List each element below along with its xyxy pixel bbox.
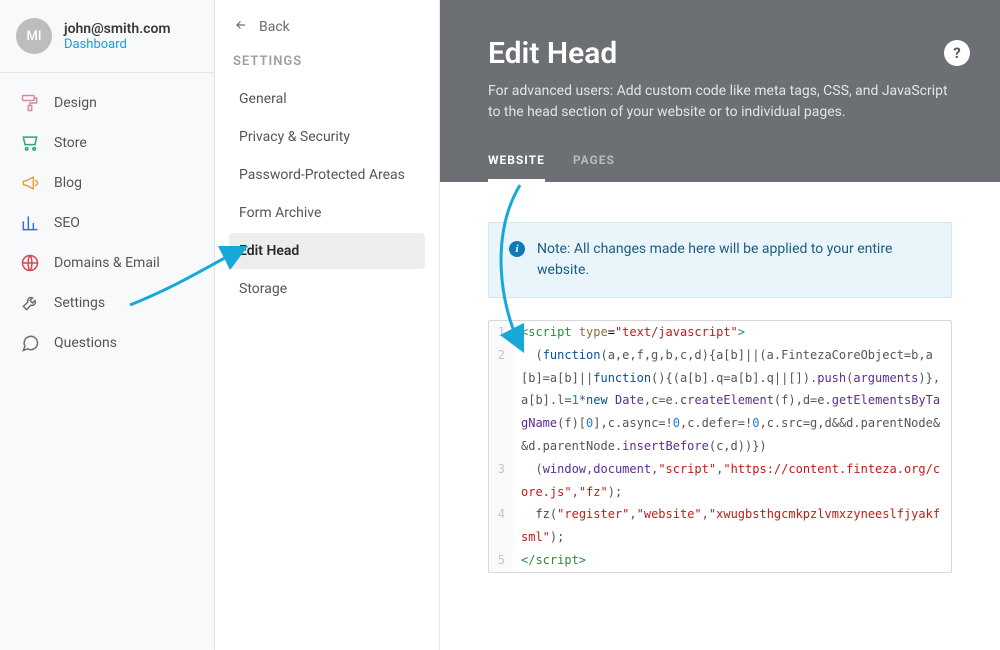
info-text: Note: All changes made here will be appl… — [537, 239, 931, 281]
avatar: MI — [16, 18, 52, 54]
tab-pages[interactable]: PAGES — [573, 153, 615, 182]
cart-icon — [20, 133, 40, 153]
settings-item-storage[interactable]: Storage — [229, 271, 425, 307]
settings-header: SETTINGS — [233, 54, 425, 69]
sidebar-item-domains[interactable]: Domains & Email — [0, 243, 214, 283]
info-icon: i — [509, 241, 525, 257]
settings-item-password[interactable]: Password-Protected Areas — [229, 157, 425, 193]
wrench-icon — [20, 293, 40, 313]
sidebar-item-label: Blog — [54, 175, 82, 191]
page-subtitle: For advanced users: Add custom code like… — [488, 81, 952, 123]
user-email: john@smith.com — [64, 21, 171, 37]
primary-sidebar: MI john@smith.com Dashboard Design Store… — [0, 0, 215, 650]
main-content: ? Edit Head For advanced users: Add cust… — [440, 0, 1000, 650]
page-title: Edit Head — [488, 36, 952, 71]
dashboard-link[interactable]: Dashboard — [64, 37, 171, 52]
hero: ? Edit Head For advanced users: Add cust… — [440, 0, 1000, 182]
sidebar-item-label: Domains & Email — [54, 255, 160, 271]
code-editor[interactable]: 1<script type="text/javascript"> 2 (func… — [488, 320, 952, 573]
sidebar-item-label: Questions — [54, 335, 117, 351]
settings-item-edit-head[interactable]: Edit Head — [229, 233, 425, 269]
divider — [0, 72, 214, 73]
help-button[interactable]: ? — [944, 40, 970, 66]
sidebar-item-design[interactable]: Design — [0, 83, 214, 123]
chat-icon — [20, 333, 40, 353]
megaphone-icon — [20, 173, 40, 193]
settings-panel: Back SETTINGS General Privacy & Security… — [215, 0, 440, 650]
bar-chart-icon — [20, 213, 40, 233]
sidebar-item-blog[interactable]: Blog — [0, 163, 214, 203]
back-label: Back — [259, 19, 290, 35]
sidebar-item-label: Design — [54, 95, 97, 111]
globe-icon — [20, 253, 40, 273]
sidebar-item-questions[interactable]: Questions — [0, 323, 214, 363]
tab-website[interactable]: WEBSITE — [488, 153, 545, 182]
back-button[interactable]: Back — [229, 18, 425, 36]
sidebar-item-label: SEO — [54, 215, 80, 231]
user-block: MI john@smith.com Dashboard — [0, 0, 214, 68]
sidebar-item-settings[interactable]: Settings — [0, 283, 214, 323]
arrow-left-icon — [233, 18, 249, 36]
paint-roller-icon — [20, 93, 40, 113]
sidebar-item-store[interactable]: Store — [0, 123, 214, 163]
sidebar-item-label: Settings — [54, 295, 105, 311]
sidebar-item-seo[interactable]: SEO — [0, 203, 214, 243]
sidebar-item-label: Store — [54, 135, 87, 151]
info-note: i Note: All changes made here will be ap… — [488, 222, 952, 298]
settings-item-form-archive[interactable]: Form Archive — [229, 195, 425, 231]
content-area: i Note: All changes made here will be ap… — [440, 182, 1000, 650]
settings-item-privacy[interactable]: Privacy & Security — [229, 119, 425, 155]
settings-item-general[interactable]: General — [229, 81, 425, 117]
tabs: WEBSITE PAGES — [488, 153, 952, 182]
